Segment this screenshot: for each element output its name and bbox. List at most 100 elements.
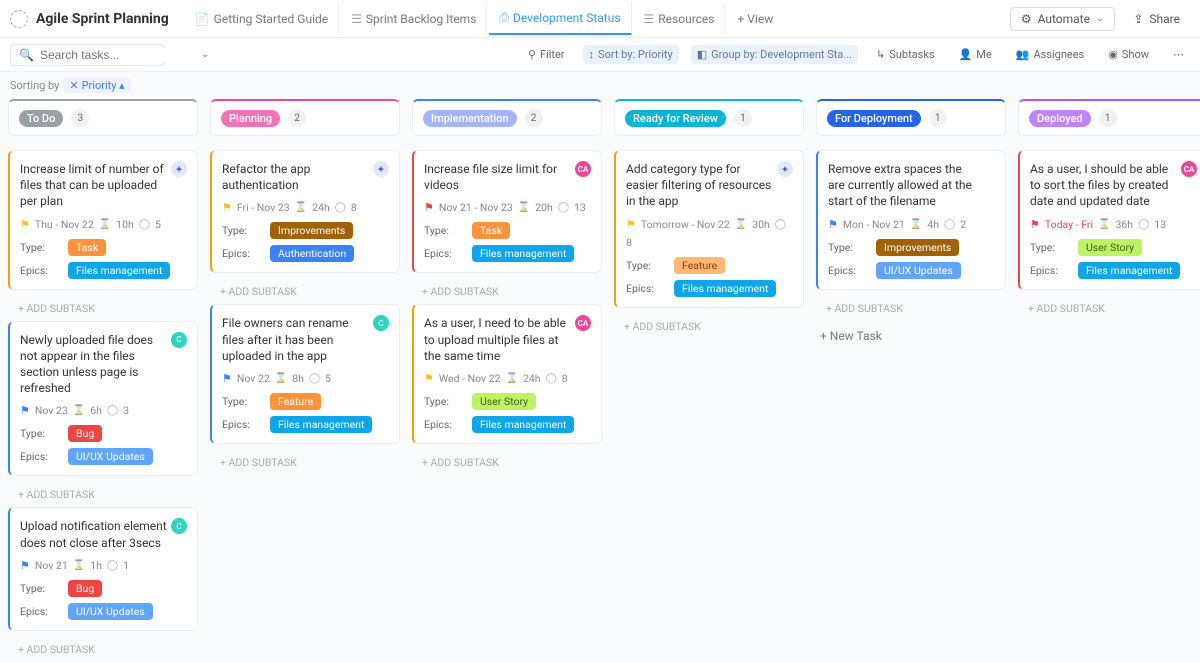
epics-tag[interactable]: UI/UX Updates (876, 262, 961, 279)
column-header[interactable]: To Do3 (8, 99, 198, 136)
add-subtask-button[interactable]: + ADD SUBTASK (614, 314, 804, 339)
flag-icon[interactable]: ⚑ (424, 372, 434, 385)
task-card[interactable]: ✦ Refactor the app authentication ⚑ Fri … (210, 150, 400, 273)
task-card[interactable]: C Newly uploaded file does not appear in… (8, 321, 198, 477)
epics-tag[interactable]: UI/UX Updates (68, 603, 153, 620)
flag-icon[interactable]: ⚑ (222, 372, 232, 385)
flag-icon[interactable]: ⚑ (20, 404, 30, 417)
type-tag[interactable]: Feature (674, 257, 725, 274)
task-card[interactable]: CA As a user, I need to be able to uploa… (412, 304, 602, 444)
epics-tag[interactable]: Files management (270, 416, 372, 433)
epics-tag[interactable]: Files management (674, 280, 776, 297)
epics-tag[interactable]: Files management (472, 245, 574, 262)
task-card[interactable]: C File owners can rename files after it … (210, 304, 400, 444)
type-tag[interactable]: Feature (270, 393, 321, 410)
column-header[interactable]: Ready for Review1 (614, 99, 804, 136)
me-button[interactable]: 👤Me (953, 45, 998, 64)
task-card[interactable]: C Upload notification element does not c… (8, 507, 198, 630)
column-for-deployment: For Deployment1 Remove extra spaces the … (816, 99, 1006, 662)
flag-icon[interactable]: ⚑ (828, 218, 838, 231)
sort-button[interactable]: ↕Sort by: Priority (583, 45, 679, 64)
column-header[interactable]: Deployed1 (1018, 99, 1200, 136)
type-tag[interactable]: User Story (1078, 239, 1142, 256)
type-tag[interactable]: Task (68, 239, 106, 256)
flag-icon[interactable]: ⚑ (424, 201, 434, 214)
add-subtask-button[interactable]: + ADD SUBTASK (1018, 296, 1200, 321)
add-view-button[interactable]: + View (727, 4, 783, 34)
epics-row: Epics:Files management (424, 245, 591, 262)
automate-button[interactable]: ⚙ Automate ⌄ (1010, 7, 1116, 31)
add-subtask-button[interactable]: + ADD SUBTASK (8, 296, 198, 321)
new-task-button[interactable]: + New Task (816, 321, 1006, 351)
flag-icon[interactable]: ⚑ (20, 218, 30, 231)
tab-getting-started-guide[interactable]: 📄Getting Started Guide (185, 4, 339, 34)
column-planning: Planning2 ✦ Refactor the app authenticati… (210, 99, 400, 662)
task-card[interactable]: ✦ Add category type for easier filtering… (614, 150, 804, 308)
assignees-button[interactable]: 👥Assignees (1010, 45, 1091, 64)
add-subtask-button[interactable]: + ADD SUBTASK (8, 482, 198, 507)
card-title: Remove extra spaces the are currently al… (828, 161, 995, 210)
epics-tag[interactable]: Files management (472, 416, 574, 433)
column-header[interactable]: Planning2 (210, 99, 400, 136)
type-tag[interactable]: Bug (68, 580, 102, 597)
add-subtask-button[interactable]: + ADD SUBTASK (412, 450, 602, 475)
more-button[interactable]: ⋯ (1167, 45, 1190, 64)
subtasks-button[interactable]: ↳Subtasks (870, 45, 941, 64)
avatar[interactable]: CA (575, 161, 591, 177)
tab-development-status[interactable]: ⎙Development Status (489, 2, 631, 35)
add-subtask-button[interactable]: + ADD SUBTASK (816, 296, 1006, 321)
avatar[interactable]: ✦ (777, 161, 793, 177)
epics-tag[interactable]: Files management (68, 262, 170, 279)
tab-icon: ☰ (644, 12, 655, 26)
tab-resources[interactable]: ☰Resources (634, 4, 726, 34)
show-button[interactable]: ◉Show (1102, 45, 1155, 64)
flag-icon[interactable]: ⚑ (1030, 218, 1040, 231)
avatar[interactable]: ✦ (171, 161, 187, 177)
flag-icon[interactable]: ⚑ (626, 218, 636, 231)
epics-tag[interactable]: UI/UX Updates (68, 448, 153, 465)
close-icon[interactable]: ✕ (69, 79, 78, 92)
sorting-subheader: Sorting by ✕ Priority ▴ (0, 72, 1200, 99)
column-title: For Deployment (827, 110, 921, 127)
task-card[interactable]: CA As a user, I should be able to sort t… (1018, 150, 1200, 290)
share-button[interactable]: ⇪ Share (1123, 8, 1190, 30)
type-tag[interactable]: Improvements (270, 222, 353, 239)
column-header[interactable]: For Deployment1 (816, 99, 1006, 136)
topbar: Agile Sprint Planning 📄Getting Started G… (0, 0, 1200, 38)
type-row: Type:Improvements (828, 239, 995, 256)
add-subtask-button[interactable]: + ADD SUBTASK (210, 279, 400, 304)
tab-sprint-backlog-items[interactable]: ☰Sprint Backlog Items (341, 4, 487, 34)
add-subtask-button[interactable]: + ADD SUBTASK (210, 450, 400, 475)
add-subtask-button[interactable]: + ADD SUBTASK (412, 279, 602, 304)
card-meta: ⚑ Tomorrow - Nov 22 ⌛30h ◯8 (626, 218, 793, 249)
add-subtask-button[interactable]: + ADD SUBTASK (8, 637, 198, 662)
search-input[interactable] (40, 48, 195, 62)
epics-tag[interactable]: Authentication (270, 245, 354, 262)
flag-icon[interactable]: ⚑ (222, 201, 232, 214)
search-box[interactable]: 🔍 ⌄ (10, 44, 165, 66)
type-row: Type:Feature (626, 257, 793, 274)
column-count: 3 (71, 109, 89, 127)
avatar[interactable]: ✦ (373, 161, 389, 177)
epics-tag[interactable]: Files management (1078, 262, 1180, 279)
task-card[interactable]: ✦ Increase limit of number of files that… (8, 150, 198, 290)
filter-icon: ⚲ (528, 48, 536, 61)
subtasks-icon: ◯ (107, 560, 118, 571)
column-header[interactable]: Implementation2 (412, 99, 602, 136)
task-card[interactable]: Remove extra spaces the are currently al… (816, 150, 1006, 290)
search-icon: 🔍 (19, 48, 34, 62)
chevron-down-icon[interactable]: ⌄ (201, 49, 209, 60)
flag-icon[interactable]: ⚑ (20, 559, 30, 572)
card-title: Upload notification element does not clo… (20, 518, 187, 550)
avatar[interactable]: CA (1181, 161, 1197, 177)
group-button[interactable]: ◧Group by: Development Sta... (691, 45, 858, 64)
avatar[interactable]: C (171, 332, 187, 348)
sort-chip[interactable]: ✕ Priority ▴ (63, 78, 130, 93)
type-row: Type:Bug (20, 425, 187, 442)
type-tag[interactable]: Bug (68, 425, 102, 442)
type-tag[interactable]: Task (472, 222, 510, 239)
filter-button[interactable]: ⚲Filter (522, 45, 571, 64)
task-card[interactable]: CA Increase file size limit for videos ⚑… (412, 150, 602, 273)
type-tag[interactable]: User Story (472, 393, 536, 410)
type-tag[interactable]: Improvements (876, 239, 959, 256)
